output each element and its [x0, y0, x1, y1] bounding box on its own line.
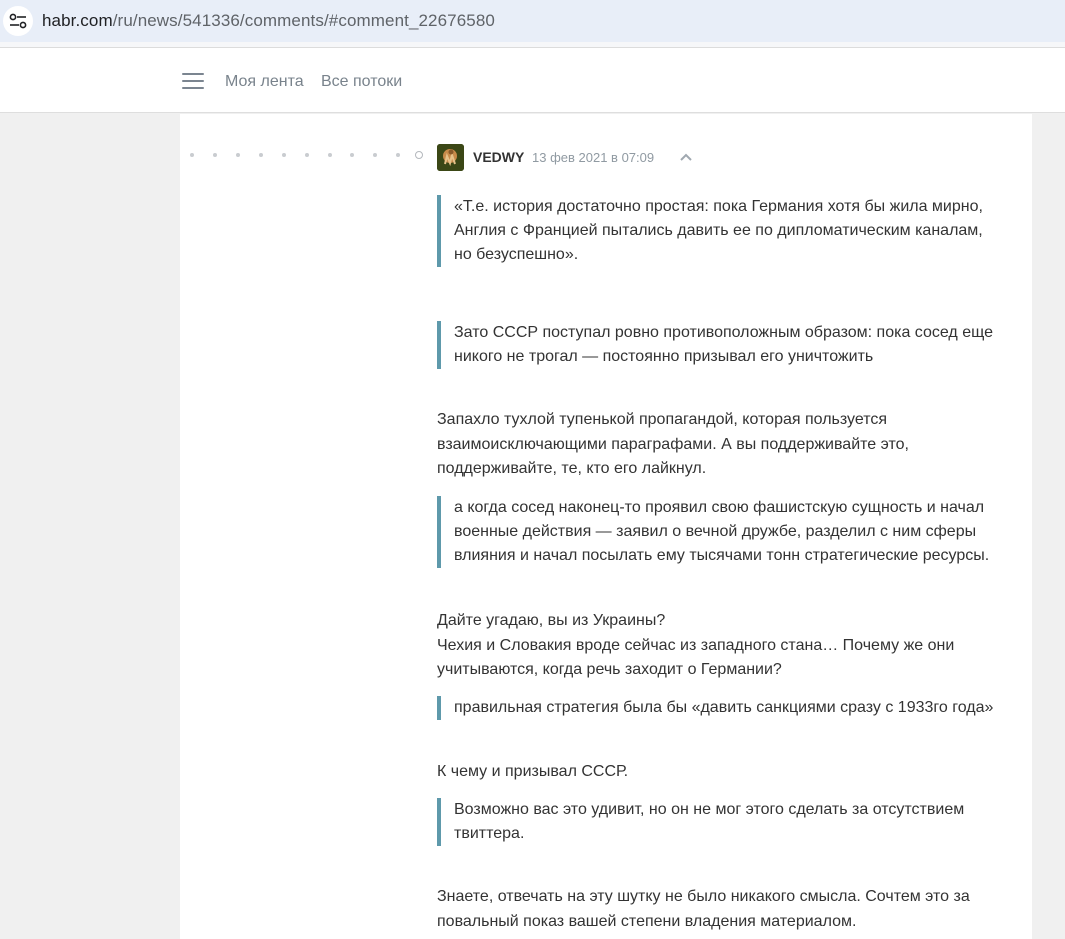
- paragraph-line: учитываются, когда речь заходит о Герман…: [437, 661, 782, 678]
- paragraph-line: Чехия и Словакия вроде сейчас из западно…: [437, 636, 955, 654]
- paragraph-line: повальный показ вашей степени владения м…: [437, 912, 857, 930]
- quote-line: а когда сосед наконец-то проявил свою фа…: [454, 499, 985, 516]
- url-path: /ru/news/541336/comments/#comment_226765…: [112, 11, 495, 30]
- browser-address-bar: habr.com/ru/news/541336/comments/#commen…: [0, 0, 1065, 42]
- url-field[interactable]: habr.com/ru/news/541336/comments/#commen…: [42, 11, 495, 31]
- comment-quote: а когда сосед наконец-то проявил свою фа…: [437, 496, 989, 568]
- comment-paragraph: К чему и призывал СССР.: [437, 760, 628, 785]
- paragraph-line: К чему и призывал СССР.: [437, 763, 629, 780]
- quote-line: никого не трогал — постоянно призывал ег…: [454, 348, 874, 365]
- quote-line: но безуспешно».: [454, 246, 579, 263]
- site-header: Моя лента Все потоки: [0, 48, 1065, 113]
- avatar[interactable]: [437, 144, 464, 171]
- quote-line: «Т.е. история достаточно простая: пока Г…: [454, 198, 983, 215]
- comment-timestamp[interactable]: 13 фев 2021 в 07:09: [532, 150, 654, 165]
- comment-quote: правильная стратегия была бы «давить сан…: [437, 696, 993, 720]
- quote-line: военные действия — заявил о вечной дружб…: [454, 523, 977, 540]
- paragraph-line: Запахло тухлой тупенькой пропагандой, ко…: [437, 411, 888, 428]
- chevron-up-icon[interactable]: [679, 150, 693, 164]
- nav-my-feed[interactable]: Моя лента: [225, 73, 304, 91]
- hamburger-icon[interactable]: [182, 73, 204, 91]
- comment-quote: Возможно вас это удивит, но он не мог эт…: [437, 798, 964, 846]
- tune-icon: [9, 13, 27, 29]
- quote-line: Зато СССР поступал ровно противоположным…: [454, 324, 993, 341]
- nav-all-streams[interactable]: Все потоки: [321, 73, 402, 91]
- comment-paragraph: Запахло тухлой тупенькой пропагандой, ко…: [437, 408, 909, 482]
- comment-author[interactable]: VEDWY: [473, 149, 524, 165]
- comment-paragraph: Дайте угадаю, вы из Украины? Чехия и Сло…: [437, 609, 954, 683]
- paragraph-line: поддерживайте, те, кто его лайкнул.: [437, 460, 707, 477]
- paragraph-line: взаимоисключающими параграфами. А вы под…: [437, 435, 909, 453]
- paragraph-line: Дайте угадаю, вы из Украины?: [437, 612, 666, 629]
- thread-parent-link[interactable]: [415, 151, 423, 159]
- url-host: habr.com: [42, 11, 113, 30]
- quote-line: твиттера.: [454, 825, 525, 842]
- quote-line: правильная стратегия была бы «давить сан…: [454, 699, 994, 716]
- paragraph-line: Знаете, отвечать на эту шутку не было ни…: [437, 888, 970, 905]
- comment-paragraph: Знаете, отвечать на эту шутку не было ни…: [437, 885, 970, 934]
- quote-line: Возможно вас это удивит, но он не мог эт…: [454, 801, 965, 818]
- comment-quote: Зато СССР поступал ровно противоположным…: [437, 321, 993, 369]
- quote-line: Англия с Францией пытались давить ее по …: [454, 222, 983, 239]
- site-info-button[interactable]: [3, 6, 33, 36]
- comment-quote: «Т.е. история достаточно простая: пока Г…: [437, 195, 983, 267]
- quote-line: влияния и начал посылать ему тысячами то…: [454, 547, 990, 564]
